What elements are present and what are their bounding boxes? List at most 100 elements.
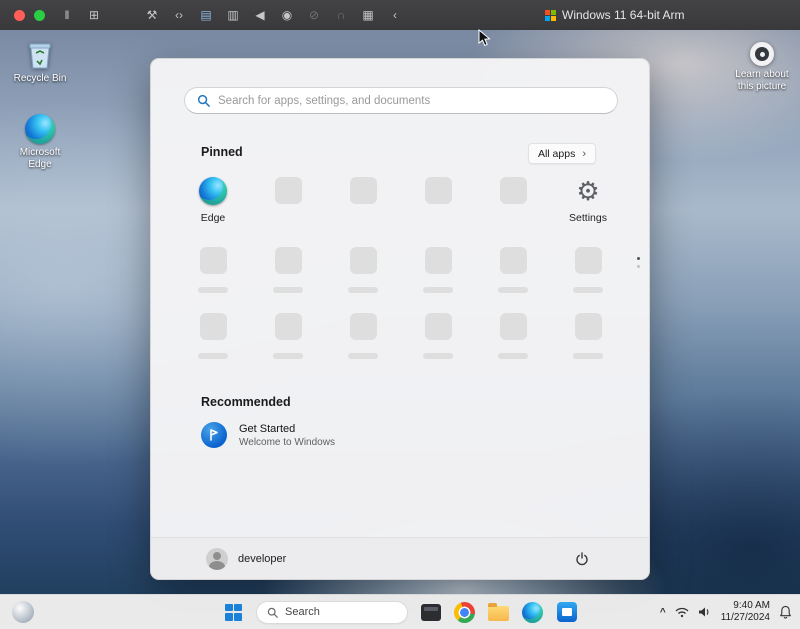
pinned-app-placeholder — [553, 247, 623, 293]
display-icon[interactable]: ⊞ — [87, 0, 101, 30]
start-menu: Pinned All apps › Edge ⚙ Settings — [150, 58, 650, 580]
recommended-section-label: Recommended — [201, 395, 291, 409]
placeholder-tile-label — [573, 353, 603, 359]
tray-chevron-icon[interactable]: ^ — [660, 607, 666, 618]
pinned-app-placeholder — [478, 247, 548, 293]
taskbar-corner-logo-icon[interactable] — [12, 601, 34, 623]
placeholder-tile-icon — [575, 247, 602, 274]
chevron-right-icon: › — [582, 148, 586, 160]
placeholder-tile-icon — [500, 247, 527, 274]
pinned-row-3 — [178, 313, 624, 359]
drive-icon[interactable]: ▥ — [226, 0, 240, 30]
notification-bell-icon[interactable] — [779, 605, 792, 619]
placeholder-tile-label — [273, 353, 303, 359]
edge-button[interactable] — [521, 601, 544, 624]
zoom-button[interactable] — [34, 10, 45, 21]
start-menu-user-bar: developer — [151, 537, 649, 579]
chrome-button[interactable] — [453, 601, 476, 624]
placeholder-tile-icon — [425, 313, 452, 340]
tools-icon[interactable]: ⚒ — [145, 0, 159, 30]
edge-icon — [522, 602, 543, 623]
placeholder-tile-label — [348, 353, 378, 359]
sound-icon[interactable]: ◀ — [253, 0, 267, 30]
placeholder-tile-icon — [200, 247, 227, 274]
page-dot[interactable] — [637, 265, 640, 268]
windows-start-icon — [225, 604, 242, 621]
taskbar-search-label: Search — [285, 606, 320, 618]
pinned-section-label: Pinned — [201, 145, 243, 159]
pinned-app-placeholder — [328, 177, 398, 224]
mouse-cursor — [478, 29, 491, 47]
pinned-app-placeholder — [478, 313, 548, 359]
placeholder-tile-label — [273, 287, 303, 293]
network-icon[interactable] — [675, 606, 689, 618]
placeholder-tile-icon — [425, 177, 452, 204]
windows-logo-icon — [545, 10, 556, 21]
file-explorer-button[interactable] — [487, 601, 510, 624]
search-icon — [197, 94, 210, 107]
close-button[interactable] — [14, 10, 25, 21]
clock-date: 11/27/2024 — [721, 612, 770, 624]
pinned-app-placeholder — [328, 247, 398, 293]
pinned-app-label: Settings — [569, 212, 607, 224]
pinned-row-2 — [178, 247, 624, 293]
volume-icon[interactable] — [698, 606, 712, 618]
pinned-app-settings[interactable]: ⚙ Settings — [553, 177, 623, 224]
taskbar-clock[interactable]: 9:40 AM 11/27/2024 — [721, 600, 770, 624]
desktop-icon-recycle-bin[interactable]: Recycle Bin — [8, 40, 72, 85]
vm-window-title: Windows 11 64-bit Arm — [545, 0, 685, 30]
pinned-page-indicator[interactable] — [637, 257, 640, 268]
recommended-item-subtitle: Welcome to Windows — [239, 437, 335, 448]
recommended-item-get-started[interactable]: Get Started Welcome to Windows — [201, 422, 335, 448]
pinned-app-edge[interactable]: Edge — [178, 177, 248, 224]
pinned-app-placeholder — [403, 177, 473, 224]
placeholder-tile-icon — [425, 247, 452, 274]
back-icon[interactable]: ‹ — [388, 0, 402, 30]
pinned-app-placeholder — [403, 313, 473, 359]
power-button[interactable] — [570, 547, 594, 571]
taskbar-center-group: Search — [222, 601, 578, 624]
printer-icon[interactable]: ▤ — [199, 0, 213, 30]
placeholder-tile-label — [573, 287, 603, 293]
placeholder-tile-icon — [500, 177, 527, 204]
user-avatar[interactable] — [206, 548, 228, 570]
pinned-app-placeholder — [178, 313, 248, 359]
start-search-box[interactable] — [184, 87, 618, 114]
placeholder-tile-label — [348, 287, 378, 293]
placeholder-tile-icon — [275, 247, 302, 274]
store-icon — [557, 602, 577, 622]
taskbar: Search ^ 9:40 AM 11/27/2024 — [0, 594, 800, 629]
desktop-wallpaper: Recycle Bin Microsoft Edge Learn about t… — [0, 30, 800, 594]
taskbar-search-box[interactable]: Search — [256, 601, 408, 624]
picture-info-icon — [750, 42, 774, 66]
all-apps-button[interactable]: All apps › — [528, 143, 596, 164]
desktop-icon-microsoft-edge[interactable]: Microsoft Edge — [8, 114, 72, 171]
search-icon — [267, 607, 278, 618]
pinned-app-placeholder — [328, 313, 398, 359]
edge-icon — [25, 114, 55, 144]
pause-icon[interactable]: ‖ — [60, 0, 74, 30]
vm-titlebar: ‖ ⊞ ⚒ ‹› ▤ ▥ ◀ ◉ ⊘ ∩ ▦ ‹ Windows 11 64-b… — [0, 0, 800, 30]
start-search-input[interactable] — [218, 95, 605, 107]
all-apps-label: All apps — [538, 148, 575, 160]
task-view-button[interactable] — [419, 601, 442, 624]
user-name[interactable]: developer — [238, 553, 286, 565]
placeholder-tile-label — [498, 287, 528, 293]
placeholder-tile-icon — [275, 313, 302, 340]
store-button[interactable] — [555, 601, 578, 624]
placeholder-tile-label — [198, 353, 228, 359]
power-icon — [575, 552, 589, 566]
start-button[interactable] — [222, 601, 245, 624]
pinned-app-placeholder — [253, 247, 323, 293]
page-dot-active[interactable] — [637, 257, 640, 260]
desktop-icon-label: Recycle Bin — [14, 73, 67, 85]
desktop-icon-learn-about-picture[interactable]: Learn about this picture — [730, 42, 794, 93]
camera-icon[interactable]: ◉ — [280, 0, 294, 30]
keyboard-icon[interactable]: ▦ — [361, 0, 375, 30]
clock-time: 9:40 AM — [721, 600, 770, 612]
resize-arrows-icon[interactable]: ‹› — [172, 0, 186, 30]
placeholder-tile-icon — [575, 313, 602, 340]
chrome-icon — [454, 602, 475, 623]
pinned-app-placeholder — [403, 247, 473, 293]
placeholder-tile-label — [423, 287, 453, 293]
